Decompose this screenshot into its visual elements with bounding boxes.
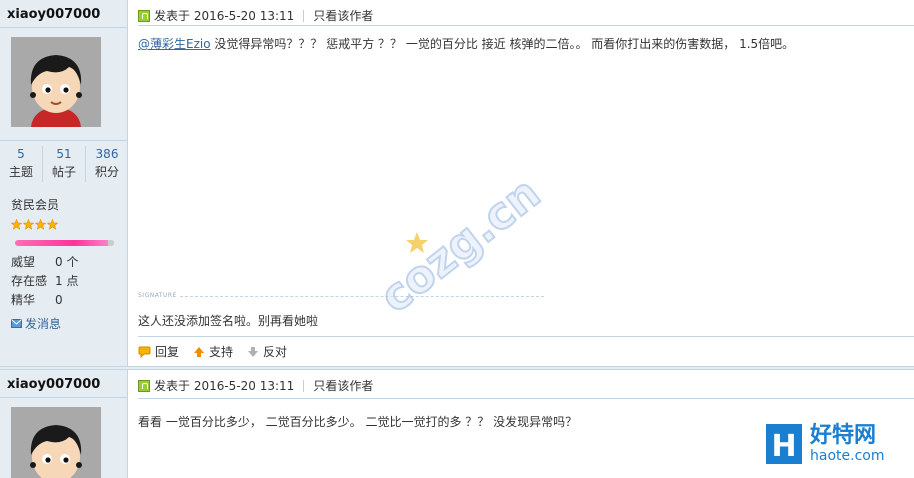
post-text: 没觉得异常吗？？？ 惩戒平方 ？？ 一觉的百分比 接近 核弹的二倍。。 而看你打…: [210, 37, 795, 51]
envelope-icon: [11, 319, 22, 328]
divider: [138, 398, 914, 399]
author-stats: 5 主题 51 帖子 386 积分: [0, 146, 128, 182]
only-author-link[interactable]: 只看该作者: [313, 377, 373, 394]
field-key: 威望: [11, 255, 36, 269]
divider: [303, 9, 305, 22]
thumb-up-icon: [194, 346, 205, 357]
signature-label: SIGNATURE: [138, 292, 177, 299]
field-value: 0: [55, 293, 63, 307]
field-key: 精华: [11, 293, 36, 307]
site-logo: H 好特网 haote.com: [766, 424, 884, 464]
post-body: 发表于 2016-5-20 13:11 只看该作者 @薄彩生Ezio 没觉得异常…: [128, 0, 914, 370]
divider: [138, 336, 914, 337]
post-header: 发表于 2016-5-20 13:11 只看该作者: [138, 7, 373, 24]
star-icon: [47, 219, 58, 230]
level-progress-remainder: [108, 240, 114, 246]
stat-posts[interactable]: 51 帖子: [42, 146, 85, 182]
support-button[interactable]: 支持: [193, 343, 233, 360]
divider: [0, 397, 128, 398]
signature-text: 这人还没添加签名啦。别再看她啦: [138, 314, 319, 328]
reply-label: 回复: [155, 345, 180, 359]
author-name[interactable]: xiaoy007000: [7, 377, 100, 392]
stat-value: 386: [95, 147, 119, 161]
stat-topics[interactable]: 5 主题: [0, 146, 42, 182]
logo-text: 好特网 haote.com: [810, 423, 885, 465]
send-message-link[interactable]: 发消息: [11, 315, 61, 332]
divider: [138, 25, 914, 26]
post-actions: 回复 支持 反对: [138, 343, 287, 360]
star-icon: [23, 219, 34, 230]
rank-stars: [11, 219, 58, 230]
h-logo-icon: H: [766, 424, 802, 464]
level-progress-bar: [15, 240, 114, 246]
post-text: 看看 一觉百分比多少， 二觉百分比多少。 二觉比一觉打的多 ？？ 没发现异常吗？: [138, 415, 578, 429]
author-name[interactable]: xiaoy007000: [7, 7, 100, 22]
avatar-image: [11, 407, 101, 478]
post-date: 发表于 2016-5-20 13:11: [154, 379, 295, 393]
stat-label: 主题: [8, 165, 33, 179]
star-icon: [11, 219, 22, 230]
stat-value: 5: [17, 147, 25, 161]
logo-name: 好特网: [810, 423, 877, 448]
avatar-image: [11, 37, 101, 127]
stat-label: 帖子: [51, 165, 76, 179]
oppose-label: 反对: [263, 345, 288, 359]
logo-mark-letter: H: [771, 429, 796, 464]
send-message-label: 发消息: [25, 317, 62, 331]
reply-button[interactable]: 回复: [138, 343, 179, 360]
field-key: 存在感: [11, 274, 48, 288]
online-status-icon: [138, 9, 150, 22]
post-content: @薄彩生Ezio 没觉得异常吗？？？ 惩戒平方 ？？ 一觉的百分比 接近 核弹的…: [138, 35, 794, 52]
user-group[interactable]: 贫民会员: [11, 196, 59, 213]
divider: [303, 379, 305, 392]
mention-link[interactable]: @薄彩生Ezio: [138, 37, 211, 51]
thumb-down-icon: [248, 346, 259, 357]
signature-divider: [180, 296, 544, 297]
author-sidebar: xiaoy007000: [0, 370, 128, 478]
divider: [0, 27, 128, 28]
post-header: 发表于 2016-5-20 13:11 只看该作者: [138, 377, 373, 394]
field-value: 1 点: [55, 274, 79, 288]
oppose-button[interactable]: 反对: [247, 343, 287, 360]
reply-icon: [138, 346, 151, 358]
field-presence: 存在感 1 点: [11, 272, 78, 289]
post-date: 发表于 2016-5-20 13:11: [154, 9, 295, 23]
author-sidebar: xiaoy007000 5 主题 51 帖子 386 积分 贫民会员 威望 0 …: [0, 0, 128, 370]
logo-mark: H: [766, 424, 802, 464]
field-prestige: 威望 0 个: [11, 253, 78, 270]
support-label: 支持: [209, 345, 234, 359]
field-value: 0 个: [55, 255, 79, 269]
avatar[interactable]: [11, 407, 101, 478]
only-author-link[interactable]: 只看该作者: [313, 7, 373, 24]
stat-points[interactable]: 386 积分: [85, 146, 128, 182]
stat-value: 51: [56, 147, 72, 161]
post: xiaoy007000 5 主题 51 帖子 386 积分 贫民会员 威望 0 …: [0, 0, 914, 370]
avatar[interactable]: [11, 37, 101, 127]
online-status-icon: [138, 379, 150, 392]
field-digest: 精华 0: [11, 291, 63, 308]
logo-domain: haote.com: [810, 448, 885, 464]
divider: [0, 140, 128, 141]
star-icon: [35, 219, 46, 230]
stat-label: 积分: [94, 165, 119, 179]
